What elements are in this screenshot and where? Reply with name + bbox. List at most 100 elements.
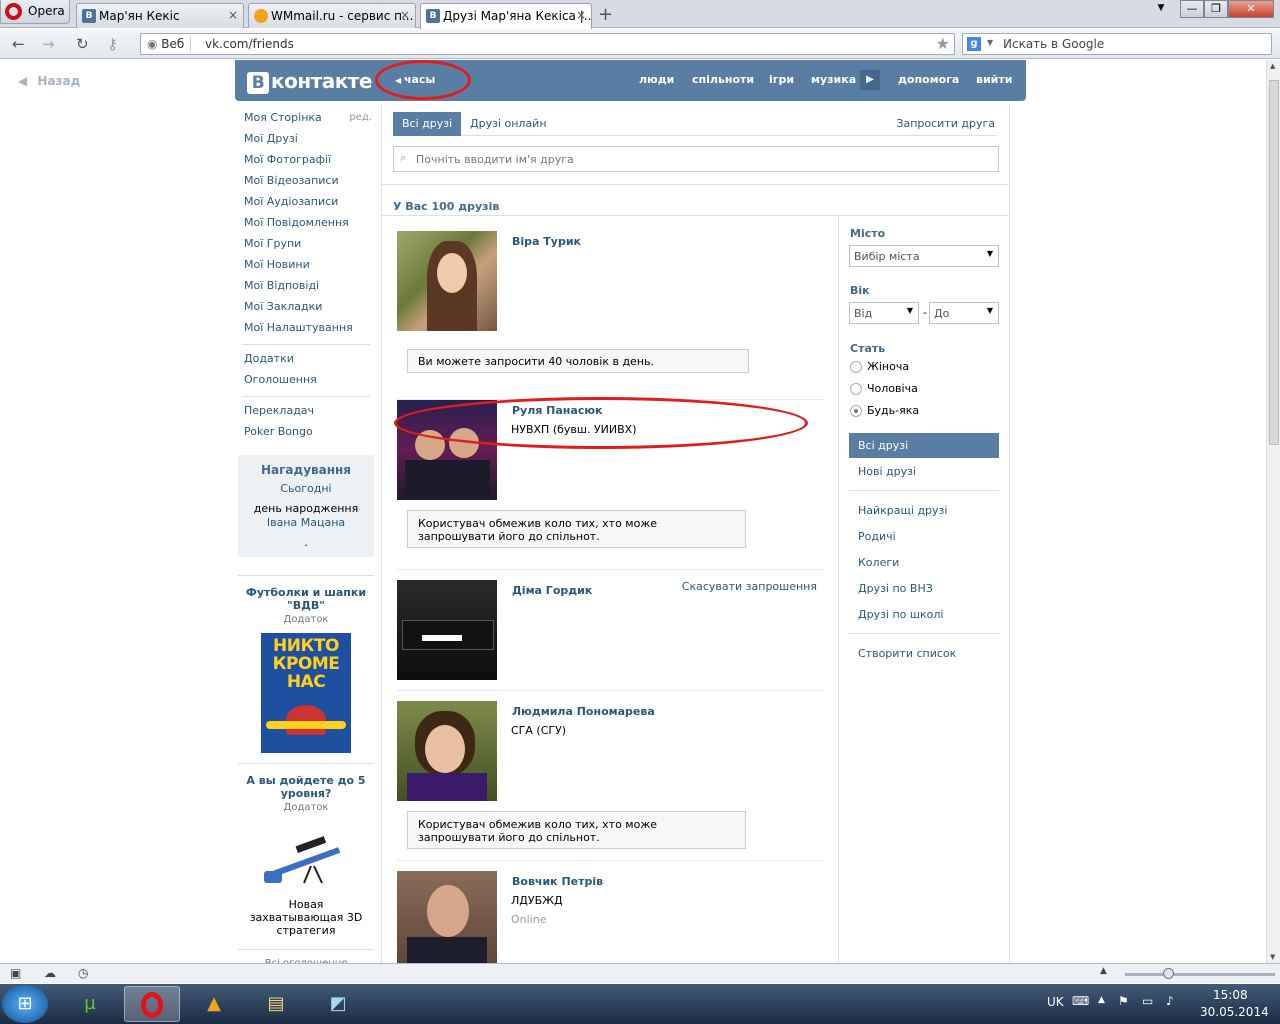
zoom-arrow-icon[interactable]: ▲ — [1100, 966, 1107, 976]
menu-my-friends[interactable]: Мої Друзі — [238, 131, 374, 152]
opera-menu-button[interactable]: Opera — [0, 0, 70, 24]
avatar[interactable] — [397, 231, 497, 331]
bookmark-star-icon[interactable]: ★ — [936, 34, 950, 53]
menu-my-videos[interactable]: Мої Відеозаписи — [238, 173, 374, 194]
edit-link[interactable]: ред. — [349, 112, 372, 123]
friend-name[interactable]: Віра Турик — [512, 235, 581, 248]
music-play-icon[interactable]: ▶ — [860, 70, 880, 90]
menu-my-news[interactable]: Мої Новини — [238, 257, 374, 278]
file-explorer-icon[interactable]: ▤ — [248, 986, 304, 1022]
tab-1[interactable]: В Мар'ян Кекіс × — [76, 3, 244, 28]
menu-ads[interactable]: Оголошення — [238, 372, 374, 393]
menu-communities[interactable]: спільноти — [692, 73, 754, 86]
keyboard-icon[interactable]: ⌨ — [1072, 994, 1089, 1008]
scroll-down-icon[interactable]: ▼ — [1270, 953, 1275, 961]
close-window-button[interactable]: ✕ — [1228, 0, 1274, 18]
radio-female[interactable]: Жіноча — [850, 360, 909, 373]
engine-dropdown-icon[interactable]: ▼ — [987, 38, 993, 47]
list-university-friends[interactable]: Друзі по ВНЗ — [858, 582, 933, 595]
maximize-button[interactable]: ❐ — [1204, 0, 1228, 18]
tab-2[interactable]: WMmail.ru - сервис п... × — [248, 3, 416, 28]
reload-icon[interactable]: ↻ — [76, 35, 89, 53]
tab-3-active[interactable]: В Друзі Мар'яна Кекіса |... × — [420, 3, 592, 29]
avatar[interactable] — [397, 701, 497, 801]
volume-icon[interactable]: ♪ — [1166, 994, 1174, 1008]
utorrent-icon[interactable]: µ — [62, 986, 118, 1022]
tab-all-friends[interactable]: Всі друзі — [393, 112, 462, 136]
flag-icon[interactable]: ⚑ — [1118, 994, 1129, 1008]
page-scrollbar[interactable]: ▲ ▼ — [1266, 60, 1280, 963]
reminder-today-link[interactable]: Сьогодні — [244, 481, 368, 502]
tab-close-icon[interactable]: × — [228, 8, 238, 22]
list-best-friends[interactable]: Найкращі друзі — [858, 504, 947, 517]
create-list-link[interactable]: Створити список — [858, 647, 956, 660]
tab-close-icon[interactable]: × — [400, 8, 410, 22]
menu-my-settings[interactable]: Мої Налаштування — [238, 320, 374, 341]
minimize-button[interactable]: — — [1180, 0, 1204, 18]
invite-friend-link[interactable]: Запросити друга — [896, 117, 995, 130]
menu-games[interactable]: ігри — [769, 73, 794, 86]
network-icon[interactable]: ▭ — [1142, 994, 1153, 1008]
search-engine-box[interactable]: g ▼ Искать в Google — [962, 33, 1272, 55]
friend-name[interactable]: Людмила Пономарева — [512, 705, 655, 718]
age-from-select[interactable]: Від ▼ — [849, 302, 919, 324]
new-tab-button[interactable]: + — [598, 4, 613, 25]
menu-my-messages[interactable]: Мої Повідомлення — [238, 215, 374, 236]
back-arrow-icon[interactable]: ← — [12, 35, 25, 53]
menu-help[interactable]: допомога — [898, 73, 959, 86]
opera-taskbar-icon[interactable] — [124, 986, 180, 1022]
scroll-up-icon[interactable]: ▲ — [1270, 62, 1275, 70]
reminder-person-link[interactable]: Івана Мацана — [244, 515, 368, 536]
menu-music[interactable]: музика — [811, 73, 856, 86]
zoom-knob[interactable] — [1163, 968, 1174, 979]
aimp-icon[interactable]: ▲ — [186, 986, 242, 1022]
tray-expand-icon[interactable]: ▲ — [1098, 995, 1105, 1005]
address-bar[interactable]: ◉ Веб vk.com/friends ★ — [140, 33, 955, 55]
back-link[interactable]: ◀ Назад — [18, 74, 80, 88]
menu-my-photos[interactable]: Мої Фотографії — [238, 152, 374, 173]
friend-name[interactable]: Діма Гордик — [512, 584, 592, 597]
list-new-friends[interactable]: Нові друзі — [858, 465, 916, 478]
menu-my-answers[interactable]: Мої Відповіді — [238, 278, 374, 299]
url-text[interactable]: vk.com/friends — [205, 37, 294, 51]
ad-title[interactable]: Футболки и шапки "ВДВ" — [238, 586, 374, 612]
radio-male[interactable]: Чоловіча — [850, 382, 918, 395]
ad-title[interactable]: А вы дойдете до 5 уровня? — [238, 774, 374, 800]
menu-my-bookmarks[interactable]: Мої Закладки — [238, 299, 374, 320]
start-button[interactable]: ⊞ — [2, 985, 48, 1023]
clock-time[interactable]: 15:08 — [1213, 988, 1248, 1002]
menu-translator[interactable]: Перекладач — [238, 403, 374, 424]
menu-apps[interactable]: Додатки — [238, 351, 374, 372]
vk-logo[interactable]: Вконтакте — [247, 69, 372, 94]
speed-dial-icon[interactable]: ◷ — [78, 966, 88, 980]
menu-poker-bongo[interactable]: Poker Bongo — [238, 424, 374, 445]
cancel-invite-link[interactable]: Скасувати запрошення — [682, 580, 817, 593]
ad-block-1[interactable]: Футболки и шапки "ВДВ" Додаток НИКТО КРО… — [238, 575, 374, 753]
avatar[interactable] — [397, 871, 497, 963]
menu-my-audio[interactable]: Мої Аудіозаписи — [238, 194, 374, 215]
sniper-rifle-icon[interactable] — [256, 821, 356, 891]
zoom-slider[interactable] — [1125, 968, 1275, 979]
friend-name[interactable]: Вовчик Петрів — [512, 875, 603, 888]
tab-friends-online[interactable]: Друзі онлайн — [461, 112, 556, 136]
key-icon[interactable]: ⚷ — [107, 35, 118, 53]
list-school-friends[interactable]: Друзі по школі — [858, 608, 943, 621]
age-to-select[interactable]: До ▼ — [929, 302, 999, 324]
cloud-icon[interactable]: ☁ — [44, 966, 56, 980]
ad-block-2[interactable]: А вы дойдете до 5 уровня? Додаток Новая … — [238, 763, 374, 937]
scrollbar-thumb[interactable] — [1269, 80, 1279, 445]
language-indicator[interactable]: UK — [1047, 995, 1064, 1009]
menu-my-groups[interactable]: Мої Групи — [238, 236, 374, 257]
list-colleagues[interactable]: Колеги — [858, 556, 899, 569]
notepad-icon[interactable]: ◩ — [310, 986, 366, 1022]
radio-any[interactable]: Будь-яка — [850, 404, 919, 417]
forward-arrow-icon[interactable]: → — [42, 35, 55, 53]
list-all-friends[interactable]: Всі друзі — [849, 433, 999, 458]
list-relatives[interactable]: Родичі — [858, 530, 896, 543]
panel-toggle-icon[interactable]: ▣ — [10, 966, 21, 980]
tab-list-icon[interactable]: ▼ — [1150, 0, 1172, 18]
avatar[interactable] — [397, 580, 497, 680]
clock-date[interactable]: 30.05.2014 — [1200, 1005, 1269, 1019]
city-select[interactable]: Вибір міста ▼ — [849, 245, 999, 267]
tab-close-icon[interactable]: × — [576, 8, 586, 22]
